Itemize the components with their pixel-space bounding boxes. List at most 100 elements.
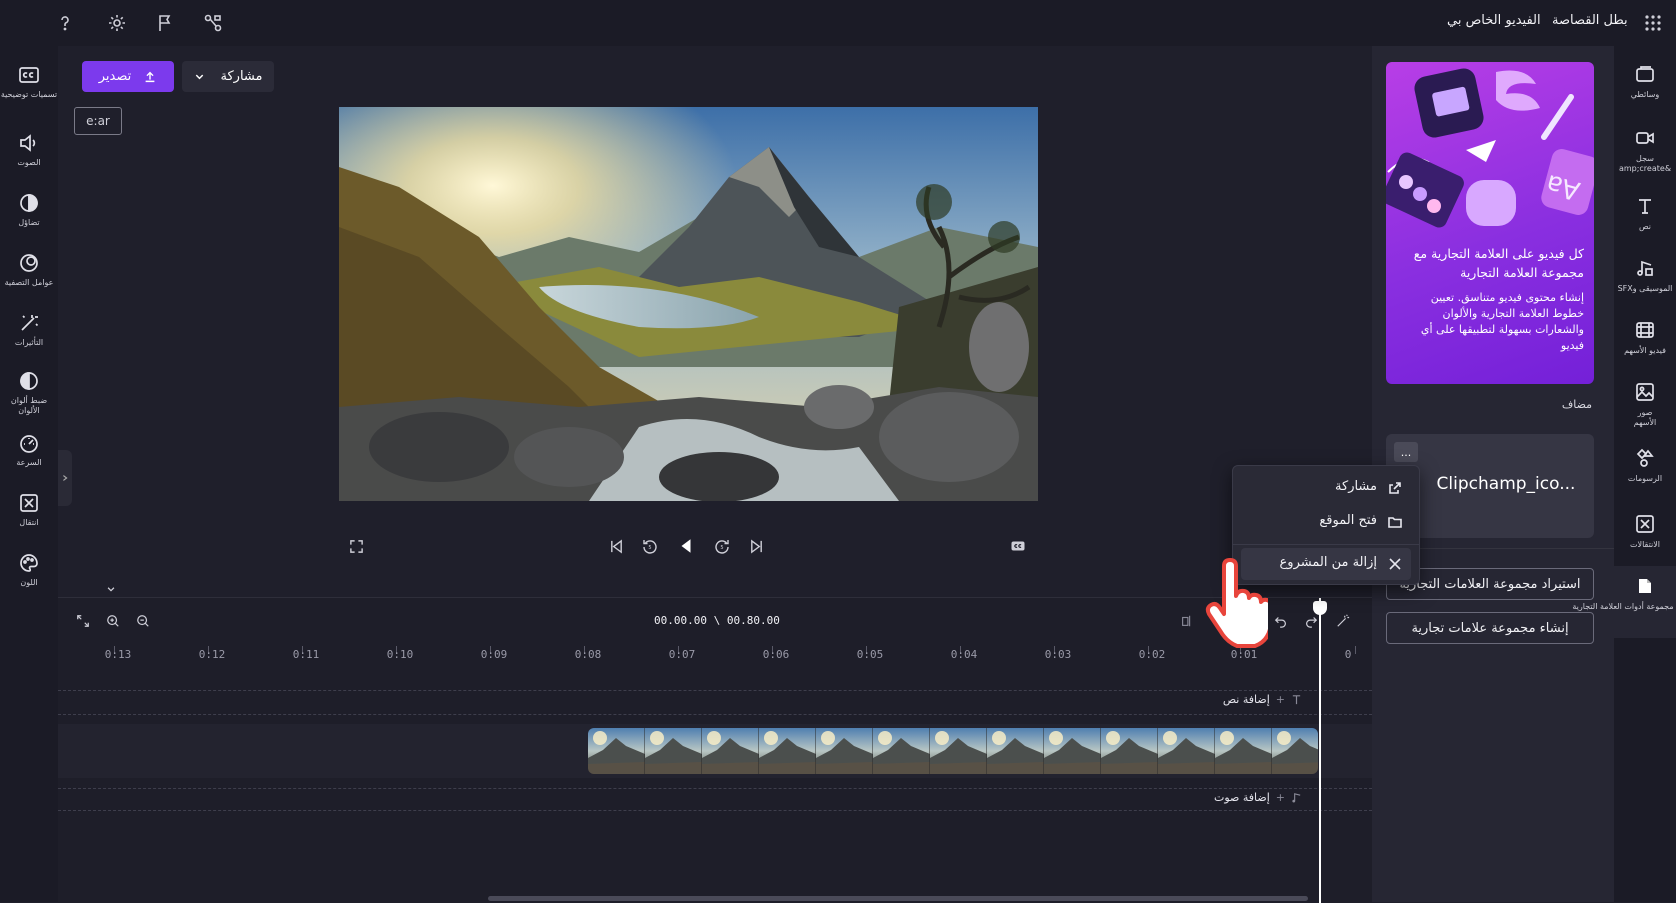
connections-icon[interactable] <box>198 8 228 38</box>
plus-icon: + <box>1275 791 1285 804</box>
ruler-label: 0:01 <box>1230 648 1258 661</box>
settings-gear-icon[interactable] <box>102 8 132 38</box>
right-rail-stock-images[interactable]: صور الأسهم <box>1614 372 1676 432</box>
media-icon <box>1636 66 1654 82</box>
left-rail-adjust-colors[interactable]: ضبط ألوان الألوان <box>0 362 58 430</box>
left-rail-color[interactable]: اللون <box>0 544 58 602</box>
captions-toggle-icon[interactable] <box>1006 534 1030 558</box>
left-rail-fade[interactable]: تضاؤل <box>0 184 58 242</box>
right-rail-music-sfx[interactable]: الموسيقى وSFX <box>1614 248 1676 308</box>
zoom-out-icon[interactable] <box>132 610 154 632</box>
menu-item-label: إزالة من المشروع <box>1279 555 1377 570</box>
right-rail-record-create[interactable]: سجل &amp;create <box>1614 118 1676 178</box>
right-rail-label: الانتقالات <box>1629 540 1660 549</box>
left-rail-speed[interactable]: السرعة <box>0 424 58 482</box>
right-content-rail: وسائطي سجل &amp;create نص الموسيقى وSFX … <box>1572 46 1676 902</box>
video-preview[interactable] <box>339 107 1038 501</box>
menu-item-open-location[interactable]: فتح الموقع <box>1241 506 1411 538</box>
timeline-horizontal-scrollbar[interactable] <box>488 896 1308 901</box>
share-label: مشاركة <box>220 69 263 84</box>
project-title[interactable]: الفيديو الخاص بي <box>1447 13 1541 28</box>
right-rail-label: وسائطي <box>1630 90 1660 99</box>
magic-wand-icon[interactable] <box>1332 610 1354 632</box>
left-rail-label: اللون <box>20 578 38 587</box>
record-create-icon <box>1636 132 1654 144</box>
video-clip[interactable] <box>588 728 1318 774</box>
collapse-left-panel-handle[interactable] <box>58 450 72 506</box>
language-badge[interactable]: e:ar <box>74 107 122 135</box>
brand-kit-illustration: Aa <box>1386 68 1594 228</box>
music-sfx-icon <box>1637 260 1653 276</box>
ruler-label: 0:12 <box>198 648 226 661</box>
music-note-icon <box>1292 793 1301 803</box>
svg-text:5: 5 <box>720 545 723 551</box>
undo-icon[interactable] <box>1270 610 1292 632</box>
right-rail-label: نص <box>1638 222 1652 231</box>
collapse-timeline-icon[interactable] <box>96 580 126 598</box>
split-clip-icon[interactable] <box>1176 610 1198 632</box>
menu-divider <box>1233 544 1419 545</box>
left-rail-captions[interactable]: تسميات توضيحية <box>0 56 58 114</box>
add-text-track[interactable]: + إضافة نص <box>1223 693 1302 706</box>
skip-to-end-icon[interactable] <box>744 534 768 558</box>
right-rail-label: الرسومات <box>1627 474 1663 483</box>
svg-text:5: 5 <box>648 545 651 551</box>
brand-kit-promo-card[interactable]: Aa كل فيديو على العلامة التجارية مع مجمو… <box>1386 62 1594 384</box>
color-palette-icon <box>20 554 38 572</box>
timeline-area: 00.00.00 \ 00.80.00 0 0:01 0:02 0:03 0:0… <box>58 597 1372 903</box>
folder-icon <box>1388 517 1402 528</box>
menu-item-label: فتح الموقع <box>1319 513 1377 528</box>
rewind-5s-icon[interactable]: 5 <box>638 534 662 558</box>
playhead[interactable] <box>1319 598 1321 903</box>
right-rail-label: سجل &amp;create <box>1618 154 1672 173</box>
left-rail-effects[interactable]: التأثيرات <box>0 304 58 362</box>
ruler-label: 0:13 <box>104 648 132 661</box>
create-brand-kit-button[interactable]: إنشاء مجموعة علامات تجارية <box>1386 612 1594 644</box>
right-rail-media[interactable]: وسائطي <box>1614 54 1676 114</box>
add-audio-track[interactable]: + إضافة صوت <box>1214 791 1302 804</box>
left-rail-label: تضاؤل <box>18 218 40 227</box>
left-rail-filters[interactable]: عوامل التصفية <box>0 244 58 302</box>
asset-more-button[interactable]: ... <box>1394 442 1418 462</box>
share-dropdown-button[interactable]: مشاركة <box>182 61 274 92</box>
effects-icon <box>21 315 39 331</box>
fullscreen-icon[interactable] <box>344 534 368 558</box>
right-rail-transitions[interactable]: الانتقالات <box>1614 504 1676 564</box>
adjust-colors-icon <box>20 372 38 390</box>
promo-title: كل فيديو على العلامة التجارية مع مجموعة … <box>1413 246 1584 280</box>
right-rail-label: مجموعة أدوات العلامة التجارية <box>1572 602 1674 611</box>
filters-icon <box>20 254 38 272</box>
ruler-label: 0 <box>1344 648 1352 661</box>
right-rail-brand-kit[interactable]: مجموعة أدوات العلامة التجارية <box>1572 566 1676 638</box>
chevron-down-icon <box>195 74 203 80</box>
menu-item-share[interactable]: مشاركة <box>1241 472 1411 504</box>
forward-5s-icon[interactable]: 5 <box>710 534 734 558</box>
add-text-label: إضافة نص <box>1222 693 1270 706</box>
right-rail-graphics[interactable]: الرسومات <box>1614 438 1676 498</box>
graphics-icon <box>1636 448 1654 467</box>
mountain-lake-preview-image <box>339 107 1038 501</box>
skip-to-start-icon[interactable] <box>604 534 628 558</box>
fit-timeline-icon[interactable] <box>72 610 94 632</box>
timeline-ruler[interactable]: 0 0:01 0:02 0:03 0:04 0:05 0:06 0:07 0:0… <box>58 640 1372 664</box>
playhead-handle[interactable] <box>1313 601 1327 615</box>
right-rail-stock-video[interactable]: فيديو الأسهم <box>1614 310 1676 370</box>
feedback-flag-icon[interactable] <box>150 8 180 38</box>
hand-pointer-cursor <box>1204 558 1273 648</box>
added-section-label: مضاف <box>1561 398 1592 411</box>
ruler-label: 0:07 <box>668 648 696 661</box>
left-rail-transition[interactable]: انتقال <box>0 484 58 542</box>
right-rail-text[interactable]: نص <box>1614 186 1676 246</box>
apps-grid-icon[interactable] <box>1638 8 1668 38</box>
ruler-label: 0:09 <box>480 648 508 661</box>
top-bar: الفيديو الخاص بي بطل القصاصة <box>0 0 1676 46</box>
zoom-in-icon[interactable] <box>102 610 124 632</box>
export-button[interactable]: تصدير <box>82 61 174 92</box>
video-clip-filmstrip <box>588 728 1318 774</box>
play-button[interactable] <box>672 532 700 560</box>
ruler-label: 0:05 <box>856 648 884 661</box>
transitions-icon <box>1636 515 1654 533</box>
left-rail-audio[interactable]: الصوت <box>0 124 58 182</box>
help-icon[interactable] <box>50 8 80 38</box>
menu-item-label: مشاركة <box>1335 479 1377 494</box>
